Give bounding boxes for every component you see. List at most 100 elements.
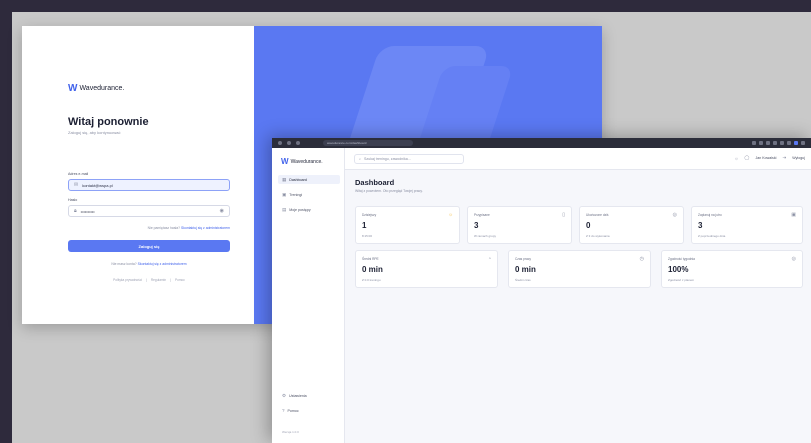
footer-links: Polityka prywatności | Regulamin | Pomoc <box>68 278 230 282</box>
document-icon: ▯ <box>562 212 565 218</box>
forgot-prefix: Nie pamiętasz hasła? <box>147 226 181 230</box>
stat-card-tomorrow[interactable]: Zaplanuj na jutro ▣ 3 Z poprzedniego dni… <box>691 206 803 244</box>
search-icon: ⌕ <box>359 157 362 161</box>
stat-card-completed[interactable]: Ukończone dziś ◎ 0 Z 3 do wykonania <box>579 206 684 244</box>
browser-toolbar: wavedurance.com/dashboard <box>272 138 811 148</box>
card-title: Przypisane <box>474 213 490 217</box>
sidebar-item-treningi[interactable]: ▣ Treningi <box>278 190 340 199</box>
register-link[interactable]: Skontaktuj się z administratorem <box>138 262 187 266</box>
search-input[interactable]: ⌕ Szukaj treningu, zawodnika... <box>354 154 464 164</box>
card-title: Zaplanuj na jutro <box>698 213 722 217</box>
terms-link[interactable]: Regulamin <box>151 278 166 282</box>
card-value: 0 min <box>362 265 383 274</box>
target-icon: ◎ <box>791 256 796 262</box>
extension-icon[interactable] <box>773 141 777 145</box>
forward-icon[interactable] <box>287 141 291 145</box>
extension-icon[interactable] <box>759 141 763 145</box>
password-field[interactable]: 🔒︎ •••••••••• ◉ <box>68 205 230 217</box>
stat-card-today[interactable]: Dzisiejszy ☼ 1 8:15:00 <box>355 206 460 244</box>
card-title: Czas pracy <box>515 257 531 261</box>
extension-icon[interactable] <box>780 141 784 145</box>
mail-icon: ✉ <box>74 182 79 188</box>
help-link[interactable]: Pomoc <box>175 278 185 282</box>
lock-icon: 🔒︎ <box>74 208 77 214</box>
profile-icon[interactable] <box>794 141 798 145</box>
password-value: •••••••••• <box>80 208 95 214</box>
login-form-panel: W Wavedurance. Witaj ponownie Zaloguj si… <box>22 26 254 324</box>
browser-extensions <box>752 141 805 145</box>
user-name[interactable]: Jan Kowalski <box>755 156 776 160</box>
card-title: Ukończone dziś <box>586 213 609 217</box>
password-label: Hasło <box>68 198 78 202</box>
card-value: 0 min <box>515 265 536 274</box>
sun-icon[interactable]: ☼ <box>734 156 738 161</box>
email-label: Adres e-mail <box>68 172 89 176</box>
card-subtitle: Z 3 do wykonania <box>586 234 610 238</box>
user-icon: ◯ <box>744 155 750 160</box>
sidebar-item-settings[interactable]: ⚙ Ustawienia <box>278 391 340 400</box>
address-bar[interactable]: wavedurance.com/dashboard <box>323 140 413 146</box>
calendar-icon: ▣ <box>282 191 287 197</box>
card-title: Średni RPE <box>362 257 379 261</box>
back-icon[interactable] <box>278 141 282 145</box>
gear-icon: ⚙ <box>282 392 287 398</box>
sun-icon: ☼ <box>448 212 453 218</box>
sidebar-item-dashboard[interactable]: ▦ Dashboard <box>278 175 340 184</box>
extension-icon[interactable] <box>787 141 791 145</box>
card-subtitle: Zgodność z planem <box>668 278 695 282</box>
version-label: Wersja 1.0.0 <box>282 430 299 434</box>
email-field[interactable]: ✉ kontakt@wspa.pl <box>68 179 230 191</box>
footer-separator: | <box>170 278 171 282</box>
stat-card-assigned[interactable]: Przypisane ▯ 3 W ramach grupy <box>467 206 572 244</box>
stat-card-work-time[interactable]: Czas pracy ◷ 0 min Średni czas <box>508 250 651 288</box>
brand-mark-icon: W <box>281 157 289 166</box>
eye-icon[interactable]: ◉ <box>220 208 224 214</box>
check-icon: ◎ <box>672 212 677 218</box>
sidebar: W Wavedurance. ▦ Dashboard ▣ Treningi ▤ … <box>272 148 345 443</box>
brand-logo: W Wavedurance. <box>68 83 124 94</box>
page-title: Dashboard <box>355 178 395 187</box>
user-area: ☼ ◯ Jan Kowalski ⇥ Wyloguj <box>734 155 805 161</box>
search-placeholder: Szukaj treningu, zawodnika... <box>364 157 411 161</box>
sidebar-item-label: Pomoc <box>287 408 299 413</box>
stat-card-compliance[interactable]: Zgodność tygodnia ◎ 100% Zgodność z plan… <box>661 250 803 288</box>
sidebar-item-progress[interactable]: ▤ Moje postępy <box>278 205 340 214</box>
brand-name: Wavedurance. <box>290 158 323 165</box>
card-value: 3 <box>698 221 703 230</box>
brand-logo[interactable]: W Wavedurance. <box>281 157 323 166</box>
menu-icon[interactable] <box>801 141 805 145</box>
sidebar-item-label: Ustawienia <box>289 393 307 398</box>
stat-card-rpe[interactable]: Średni RPE ◔ 0 min Z 0.0 treningu <box>355 250 498 288</box>
extension-icon[interactable] <box>752 141 756 145</box>
gauge-icon: ◔ <box>487 256 491 262</box>
register-text: Nie masz konta? Skontaktuj się z adminis… <box>68 262 230 266</box>
extension-icon[interactable] <box>766 141 770 145</box>
chart-icon: ▤ <box>282 206 287 212</box>
clock-icon: ◷ <box>639 256 644 262</box>
card-title: Dzisiejszy <box>362 213 377 217</box>
card-subtitle: W ramach grupy <box>474 234 497 238</box>
sidebar-item-help[interactable]: ? Pomoc <box>278 406 340 415</box>
login-button[interactable]: Zaloguj się <box>68 240 230 252</box>
card-value: 100% <box>668 265 689 274</box>
top-bar: ⌕ Szukaj treningu, zawodnika... ☼ ◯ Jan … <box>345 148 811 170</box>
background-left-strip <box>0 0 12 443</box>
forgot-password-text: Nie pamiętasz hasła? Skontaktuj się z ad… <box>68 226 230 230</box>
card-subtitle: Z poprzedniego dnia <box>698 234 726 238</box>
card-value: 3 <box>474 221 479 230</box>
calendar-icon: ▣ <box>791 212 796 218</box>
card-title: Zgodność tygodnia <box>668 257 695 261</box>
card-subtitle: Z 0.0 treningu <box>362 278 381 282</box>
card-value: 0 <box>586 221 591 230</box>
reload-icon[interactable] <box>296 141 300 145</box>
help-icon: ? <box>282 408 285 413</box>
forgot-password-link[interactable]: Skontaktuj się z administratorem <box>181 226 230 230</box>
brand-mark-icon: W <box>68 83 78 94</box>
card-subtitle: 8:15:00 <box>362 234 373 238</box>
sidebar-item-label: Dashboard <box>289 177 307 182</box>
privacy-link[interactable]: Polityka prywatności <box>113 278 142 282</box>
logout-button[interactable]: Wyloguj <box>792 156 805 160</box>
register-prefix: Nie masz konta? <box>111 262 137 266</box>
brand-name: Wavedurance. <box>79 85 125 92</box>
sidebar-item-label: Moje postępy <box>289 207 311 212</box>
